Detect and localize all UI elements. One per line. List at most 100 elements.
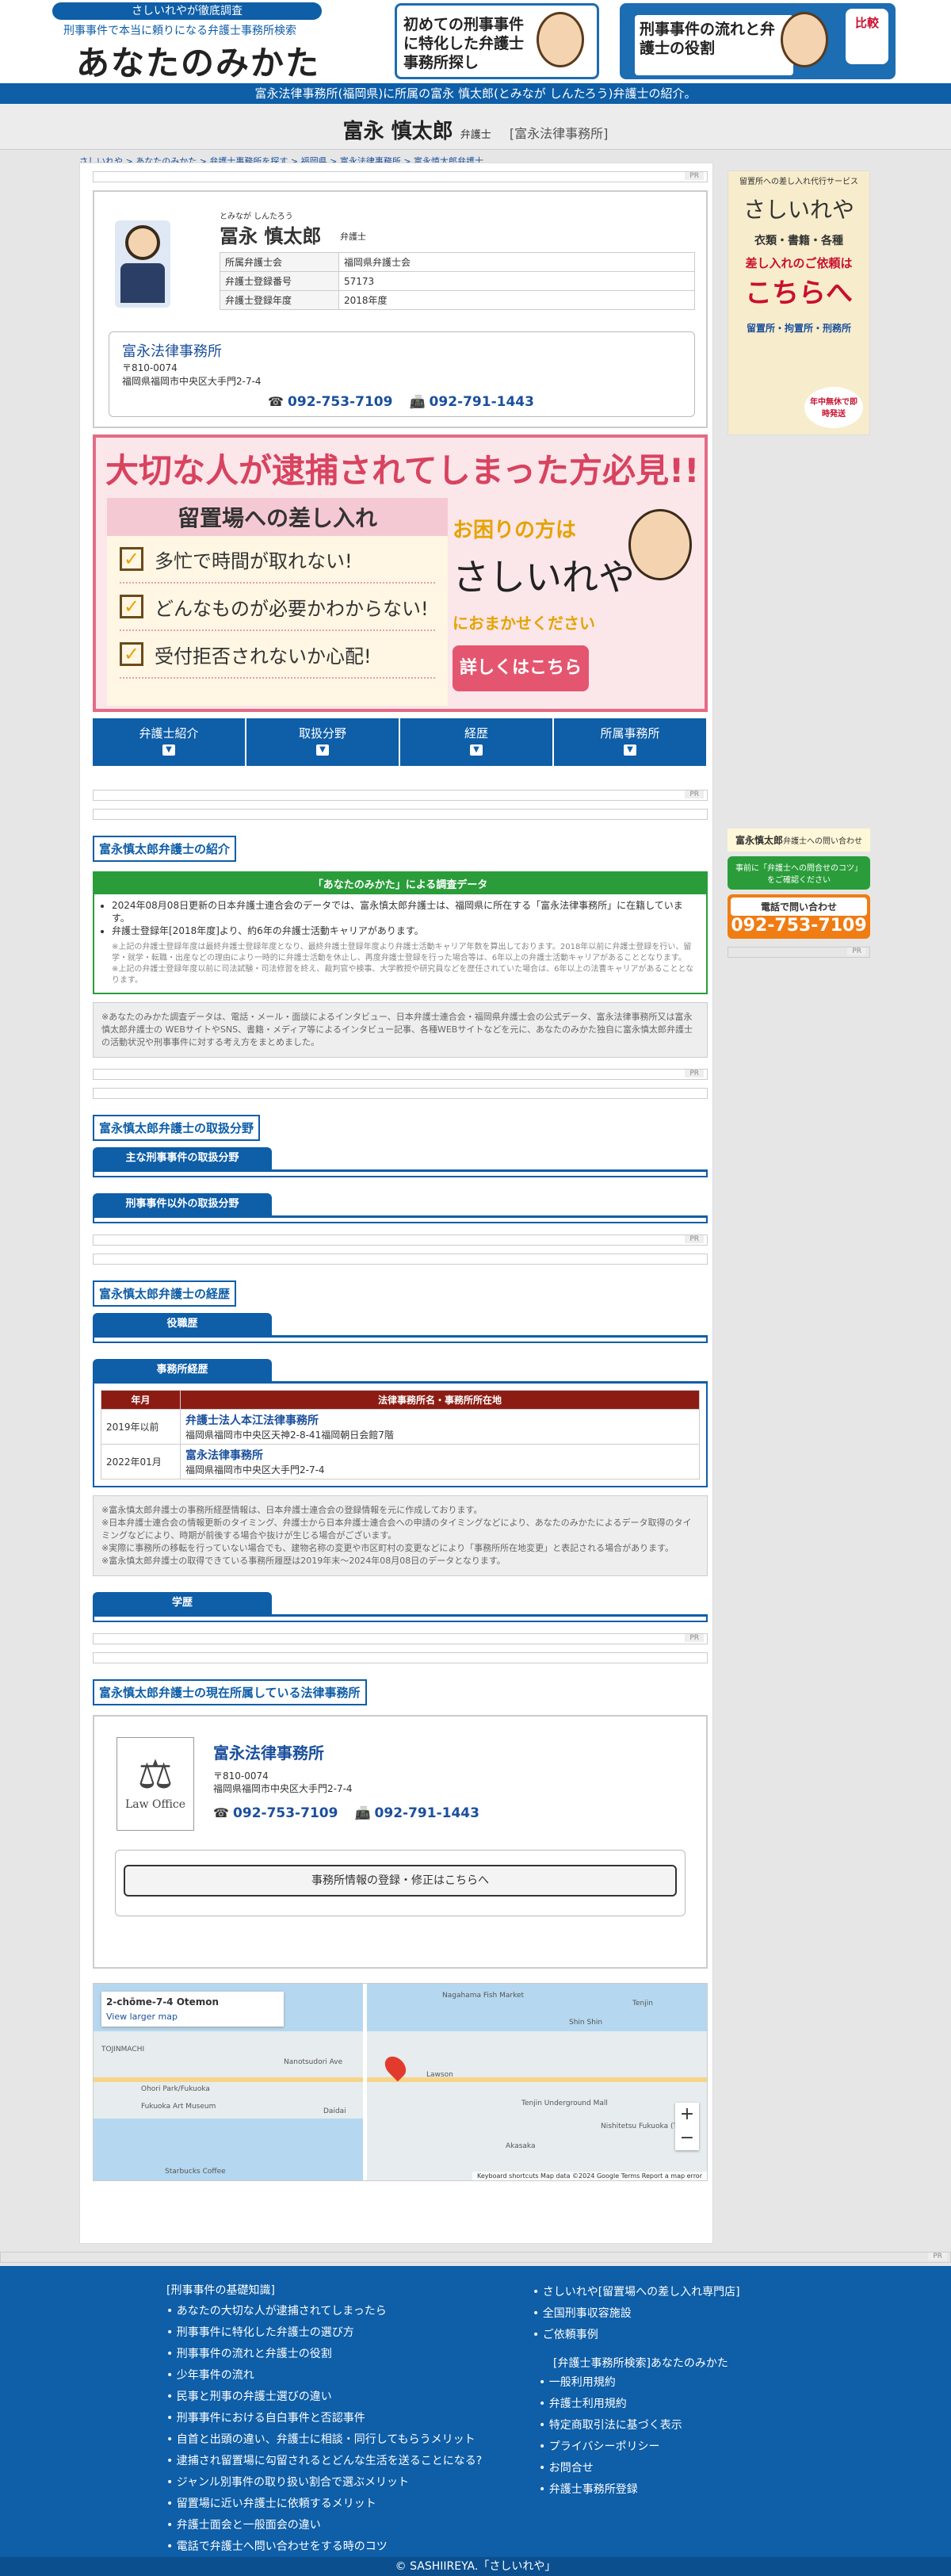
contact-tips-button[interactable]: 事前に「弁護士への問合せのコツ」をご確認ください [728,856,870,890]
case-flow-banner-button[interactable]: 刑事事件の流れと弁護士の役割 比較 [620,3,896,79]
footer-link[interactable]: 全国刑事収容施設 [533,2303,740,2325]
footer-link[interactable]: 刑事事件の流れと弁護士の役割 [166,2344,482,2365]
logo-tagline: さしいれやが徹底調査 [52,2,322,20]
profile-suffix: 弁護士 [340,232,366,242]
site-header: さしいれやが徹底調査 刑事事件で本当に頼りになる弁護士事務所検索 あなたのみかた… [0,0,951,83]
footer-link[interactable]: あなたの大切な人が逮捕されてしまったら [166,2301,482,2322]
footer-link[interactable]: 電話で弁護士へ問い合わせをする時のコツ [166,2536,482,2558]
zoom-in-button[interactable]: + [675,2103,699,2126]
tab-positions: 役職歴 [93,1313,272,1335]
tab-label: 経歴 [464,726,488,741]
main-content: PR とみなが しんたろう 冨永 慎太郎 弁護士 所属弁護士会 福岡県弁護士会 弁護… [79,163,713,2244]
pr-slot: PR [93,1234,708,1246]
footer-link[interactable]: 留置場に近い弁護士に依頼するメリット [166,2494,482,2515]
site-logo[interactable]: あなたのみかた [76,36,320,85]
sashiireya-side-ad[interactable]: 留置所への差し入れ代行サービス さしいれや 衣類・書籍・各種 差し入れのご依頼は… [728,170,870,435]
history-office-address: 福岡県福岡市中央区大手門2-7-4 [185,1464,325,1476]
footer-link[interactable]: 少年事件の流れ [166,2365,482,2387]
history-date: 2022年01月 [101,1444,181,1479]
fax-icon: 📠 [409,394,426,409]
footer-link[interactable]: お問合せ [539,2458,682,2479]
pr-slot [93,1254,708,1265]
footer-link[interactable]: ジャンル別事件の取り扱い割合で選ぶメリット [166,2472,482,2494]
map-label: Nagahama Fish Market [442,1992,525,2000]
page-title: 富永 慎太郎 弁護士 [富永法律事務所] [0,104,951,150]
tel-link[interactable]: 092-753-7109 [288,394,392,410]
banner-item: ✓ 多忙で時間が取れない! [120,536,435,584]
intro-heading: 富永慎太郎弁護士の紹介 [93,836,237,862]
map-label: Nanotsudori Ave [284,2058,343,2066]
mascot-icon [537,12,584,67]
lawyer-name: 富永 慎太郎 [342,120,453,144]
map-place: 2-chōme-7-4 Otemon [106,1996,220,2008]
case-flow-banner-label: 刑事事件の流れと弁護士の役割 [635,15,793,75]
section-tabs: 弁護士紹介 ▼ 取扱分野 ▼ 経歴 ▼ 所属事務所 ▼ [93,718,708,766]
career-note: ※富永慎太郎弁護士の事務所経歴情報は、日本弁護士連合会の登録情報を元に作成してお… [93,1495,708,1576]
map-label: Fukuoka Art Museum [141,2103,216,2111]
tab-3[interactable]: 所属事務所 ▼ [554,718,708,766]
google-map[interactable]: 2-chōme-7-4 Otemon View larger map Nagah… [93,1983,708,2181]
scales-icon: ⚖ [137,1751,174,1797]
profile-value: 2018年度 [338,290,695,310]
footer-link[interactable]: 民事と刑事の弁護士選びの違い [166,2387,482,2408]
map-label: Lawson [426,2071,453,2079]
tab-label: 所属事務所 [600,726,660,741]
map-label: Starbucks Coffee [165,2168,226,2176]
footer-link[interactable]: 刑事事件における自白事件と否認事件 [166,2408,482,2429]
first-time-banner-label: 初めての刑事事件に特化した弁護士事務所探し [403,16,525,71]
tab-2[interactable]: 経歴 ▼ [400,718,554,766]
footer-link[interactable]: 自首と出頭の違い、弁護士に相談・同行してもらうメリット [166,2429,482,2451]
office-name-link[interactable]: 富永法律事務所 [213,1740,324,1763]
pr-label: PR [685,172,704,180]
logo-subtitle: 刑事事件で本当に頼りになる弁護士事務所検索 [63,25,296,37]
tab-other-fields: 刑事事件以外の取扱分野 [93,1193,272,1215]
banner-cta: におまかせください [453,614,595,633]
pr-slot [93,1088,708,1099]
fields-heading: 富永慎太郎弁護士の取扱分野 [93,1115,261,1141]
call-button[interactable]: 電話で問い合わせ 092-753-7109 [728,894,870,939]
pr-slot [93,1652,708,1663]
survey-note: ※あなたのみかた調査データは、電話・メール・面談によるインタビュー、日本弁護士連… [93,1002,708,1058]
footer-link[interactable]: 弁護士利用規約 [539,2394,682,2415]
ad-top: 留置所への差し入れ代行サービス [739,178,858,186]
site-footer: [刑事事件の基礎知識] あなたの大切な人が逮捕されてしまったら刑事事件に特化した… [0,2266,951,2576]
phone-icon: ☎ [268,394,284,409]
history-office-link[interactable]: 富永法律事務所 [185,1447,694,1463]
side-name: 富永慎太郎 [735,835,783,846]
checkbox-icon: ✓ [120,642,143,666]
tab-1[interactable]: 取扱分野 ▼ [246,718,400,766]
banner-more-button[interactable]: 詳しくはこちら [453,645,589,691]
office-tel-link[interactable]: 092-753-7109 [233,1805,338,1821]
footer-link[interactable]: さしいれや[留置場への差し入れ専門店] [533,2282,740,2303]
survey-box: 「あなたのみかた」による調査データ 2024年08月08日更新の日本弁護士連合会… [93,871,708,994]
footer-link[interactable]: プライバシーポリシー [539,2436,682,2458]
sashiireya-banner[interactable]: 大切な人が逮捕されてしまった方必見!! 留置場への差し入れ ✓ 多忙で時間が取れな… [93,434,708,712]
office-link[interactable]: 富永法律事務所 [122,343,222,360]
footer-link[interactable]: 特定商取引法に基づく表示 [539,2415,682,2436]
tab-0[interactable]: 弁護士紹介 ▼ [93,718,246,766]
footer-link[interactable]: 弁護士事務所登録 [539,2479,682,2501]
zoom-out-button[interactable]: − [675,2126,699,2150]
checkbox-icon: ✓ [120,595,143,618]
map-larger-link[interactable]: View larger map [106,2011,178,2022]
profile-card: とみなが しんたろう 冨永 慎太郎 弁護士 所属弁護士会 福岡県弁護士会 弁護士登録… [93,190,708,428]
footer-link[interactable]: ご依頼事例 [533,2325,740,2346]
footer-col1-head: [刑事事件の基礎知識] [166,2284,275,2297]
office-edit-button[interactable]: 事務所情報の登録・修正はこちらへ [124,1865,677,1897]
office-zip: 〒810-0074 [122,362,178,373]
chevron-down-icon: ▼ [316,744,329,756]
pr-slot: PR [93,171,708,182]
map-label: Shin Shin [569,2019,603,2027]
first-time-banner-button[interactable]: 初めての刑事事件に特化した弁護士事務所探し [395,3,599,79]
footer-link[interactable]: 刑事事件に特化した弁護士の選び方 [166,2322,482,2344]
pr-slot: PR [93,790,708,801]
footer-link[interactable]: 一般利用規約 [539,2372,682,2394]
pr-slot [93,809,708,820]
tab-label: 取扱分野 [298,726,346,741]
footer-link[interactable]: 逮捕され留置場に勾留されるとどんな生活を送ることになる? [166,2451,482,2472]
history-office-link[interactable]: 弁護士法人本江法律事務所 [185,1412,694,1428]
footer-link[interactable]: 弁護士面会と一般面会の違い [166,2515,482,2536]
profile-key: 所属弁護士会 [220,252,339,272]
ad-places: 留置所・拘置所・刑務所 [746,323,851,334]
history-office-cell: 弁護士法人本江法律事務所 福岡県福岡市中央区天神2-8-41福岡朝日会館7階 [180,1409,700,1445]
